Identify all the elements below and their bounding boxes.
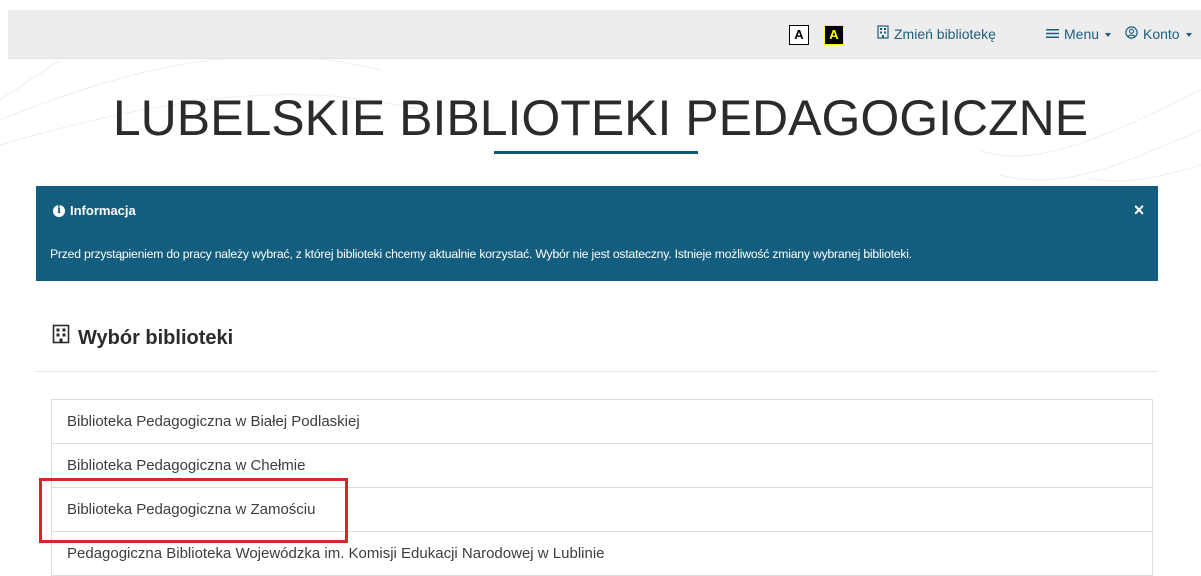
library-list: Biblioteka Pedagogiczna w Białej Podlask… [51, 399, 1153, 576]
building-icon [52, 324, 70, 352]
building-icon [877, 24, 889, 44]
info-alert: i Informacja × Przed przystąpieniem do p… [36, 186, 1158, 281]
change-library-link[interactable]: Zmień bibliotekę [877, 24, 996, 44]
section-title: Wybór biblioteki [52, 324, 233, 352]
alert-message: Przed przystąpieniem do pracy należy wyb… [50, 247, 912, 261]
menu-label: Menu [1064, 26, 1100, 42]
account-label: Konto [1143, 26, 1180, 42]
caret-down-icon [1105, 33, 1112, 37]
library-item-lublin[interactable]: Pedagogiczna Biblioteka Wojewódzka im. K… [51, 531, 1153, 576]
section-divider [36, 371, 1158, 372]
normal-contrast-button[interactable]: A [789, 25, 809, 45]
user-circle-icon [1125, 24, 1138, 44]
hamburger-icon [1046, 24, 1059, 44]
change-library-label: Zmień bibliotekę [894, 26, 996, 42]
section-title-label: Wybór biblioteki [78, 327, 234, 349]
library-item-biala-podlaska[interactable]: Biblioteka Pedagogiczna w Białej Podlask… [51, 399, 1153, 444]
site-title: LUBELSKIE BIBLIOTEKI PEDAGOGICZNE [112, 90, 1089, 146]
info-circle-icon: i [53, 205, 65, 217]
alert-heading: i Informacja [53, 202, 136, 220]
library-item-zamosc[interactable]: Biblioteka Pedagogiczna w Zamościu [51, 487, 1153, 532]
library-item-chelm[interactable]: Biblioteka Pedagogiczna w Chełmie [51, 443, 1153, 488]
close-icon[interactable]: × [1130, 201, 1148, 219]
account-dropdown[interactable]: Konto [1125, 24, 1192, 44]
title-underline [494, 151, 698, 154]
caret-down-icon [1185, 33, 1192, 37]
alert-heading-label: Informacja [70, 203, 136, 218]
top-navbar: A A Zmień bibliotekę Menu Konto [8, 10, 1201, 59]
high-contrast-button[interactable]: A [824, 25, 844, 45]
menu-dropdown[interactable]: Menu [1046, 24, 1112, 44]
